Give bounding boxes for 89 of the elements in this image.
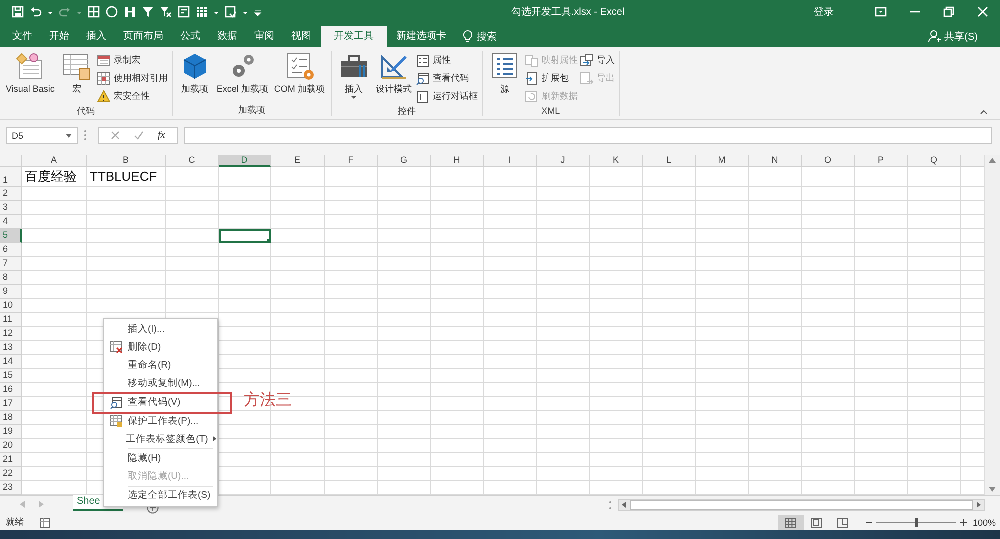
row-header[interactable]: 21: [0, 453, 22, 467]
column-header[interactable]: A: [22, 155, 87, 167]
group-label: XML: [540, 105, 562, 117]
ribbon-button[interactable]: 查看代码: [416, 70, 478, 87]
row-header[interactable]: 8: [0, 271, 22, 285]
ribbon-button[interactable]: 宏安全性: [96, 88, 168, 105]
column-header[interactable]: N: [749, 155, 802, 167]
column-header[interactable]: H: [431, 155, 484, 167]
column-header[interactable]: G: [378, 155, 431, 167]
row-header[interactable]: 15: [0, 369, 22, 383]
row-header[interactable]: 18: [0, 411, 22, 425]
annotation-text: 方法三: [244, 390, 292, 411]
column-header[interactable]: F: [325, 155, 378, 167]
row-header[interactable]: 17: [0, 397, 22, 411]
ribbon-button[interactable]: 导入: [580, 52, 615, 69]
row-header[interactable]: 13: [0, 341, 22, 355]
ribbon-tab[interactable]: 文件: [4, 26, 41, 47]
row-header[interactable]: 23: [0, 481, 22, 495]
ribbon-button[interactable]: 运行对话框: [416, 88, 478, 105]
column-header[interactable]: M: [696, 155, 749, 167]
zoom-level[interactable]: 100%: [972, 518, 996, 528]
row-header[interactable]: 1: [0, 167, 22, 187]
row-header[interactable]: 20: [0, 439, 22, 453]
ribbon-tab[interactable]: 开始: [41, 26, 78, 47]
ribbon-button[interactable]: 宏: [58, 51, 95, 105]
row-header[interactable]: 9: [0, 285, 22, 299]
row-header[interactable]: 4: [0, 215, 22, 229]
menu-item[interactable]: 重命名(R): [104, 356, 217, 375]
ribbon-button[interactable]: COM 加载项: [272, 51, 327, 104]
sign-in-link[interactable]: 登录: [814, 5, 834, 19]
column-header[interactable]: J: [537, 155, 590, 167]
row-header[interactable]: 10: [0, 299, 22, 313]
column-header[interactable]: O: [802, 155, 855, 167]
ribbon-tab[interactable]: 页面布局: [115, 26, 172, 47]
table-cell-text: 百度经验: [24, 168, 78, 186]
ribbon-button[interactable]: Visual Basic: [4, 51, 57, 105]
ribbon-button[interactable]: Excel 加载项: [214, 51, 270, 104]
column-header[interactable]: L: [643, 155, 696, 167]
menu-item[interactable]: 查看代码(V): [92, 392, 232, 414]
menu-item[interactable]: 保护工作表(P)...: [104, 412, 217, 430]
menu-item[interactable]: 删除(D): [104, 338, 217, 356]
ribbon-tab[interactable]: 公式: [172, 26, 209, 47]
row-header[interactable]: 16: [0, 383, 22, 397]
column-header[interactable]: Q: [908, 155, 961, 167]
row-header[interactable]: 7: [0, 257, 22, 271]
ribbon-button[interactable]: 录制宏: [96, 52, 168, 69]
ribbon-button[interactable]: 源: [486, 51, 523, 105]
ribbon-button[interactable]: 扩展包: [524, 70, 578, 87]
status-text: 就绪: [6, 516, 24, 529]
group-label: 加载项: [237, 104, 266, 116]
menu-item[interactable]: 隐藏(H): [104, 449, 217, 468]
ribbon-tab[interactable]: 视图: [283, 26, 320, 47]
column-header[interactable]: B: [87, 155, 166, 167]
window-title: 勾选开发工具.xlsx - Excel: [510, 6, 626, 19]
row-header[interactable]: 5: [0, 229, 22, 243]
column-header[interactable]: C: [166, 155, 219, 167]
ribbon-tab[interactable]: 数据: [209, 26, 246, 47]
ribbon-tab[interactable]: 新建选项卡: [388, 26, 455, 47]
row-header[interactable]: 12: [0, 327, 22, 341]
insert-function-button[interactable]: fx: [158, 130, 166, 141]
menu-item[interactable]: 插入(I)...: [104, 320, 217, 338]
column-header[interactable]: E: [271, 155, 325, 167]
row-header[interactable]: 22: [0, 467, 22, 481]
ribbon-button[interactable]: 设计模式: [374, 51, 414, 105]
ribbon-tab[interactable]: 审阅: [246, 26, 283, 47]
table-cell-text: TTBLUECF: [89, 168, 158, 186]
ribbon-button[interactable]: 加载项: [176, 51, 213, 104]
column-header[interactable]: K: [590, 155, 643, 167]
group-label: 控件: [396, 105, 417, 117]
menu-item[interactable]: 移动或复制(M)...: [104, 374, 217, 393]
row-header[interactable]: 19: [0, 425, 22, 439]
search-label[interactable]: 搜索: [477, 30, 497, 44]
column-header[interactable]: P: [855, 155, 908, 167]
ribbon-button[interactable]: 属性: [416, 52, 478, 69]
ribbon-button[interactable]: 插入: [336, 51, 372, 105]
row-header[interactable]: 11: [0, 313, 22, 327]
row-header[interactable]: 14: [0, 355, 22, 369]
menu-item[interactable]: 工作表标签颜色(T): [104, 430, 217, 448]
column-header[interactable]: I: [484, 155, 537, 167]
column-header[interactable]: D: [219, 155, 271, 167]
share-button[interactable]: 共享(S): [944, 30, 978, 44]
ribbon-tab[interactable]: 开发工具: [321, 26, 387, 47]
row-header[interactable]: 2: [0, 187, 22, 201]
ribbon-tab[interactable]: 插入: [78, 26, 115, 47]
ribbon-button[interactable]: 使用相对引用: [96, 70, 168, 87]
group-label: 代码: [76, 105, 96, 117]
row-header[interactable]: 6: [0, 243, 22, 257]
name-box[interactable]: D5: [6, 127, 78, 144]
row-header[interactable]: 3: [0, 201, 22, 215]
